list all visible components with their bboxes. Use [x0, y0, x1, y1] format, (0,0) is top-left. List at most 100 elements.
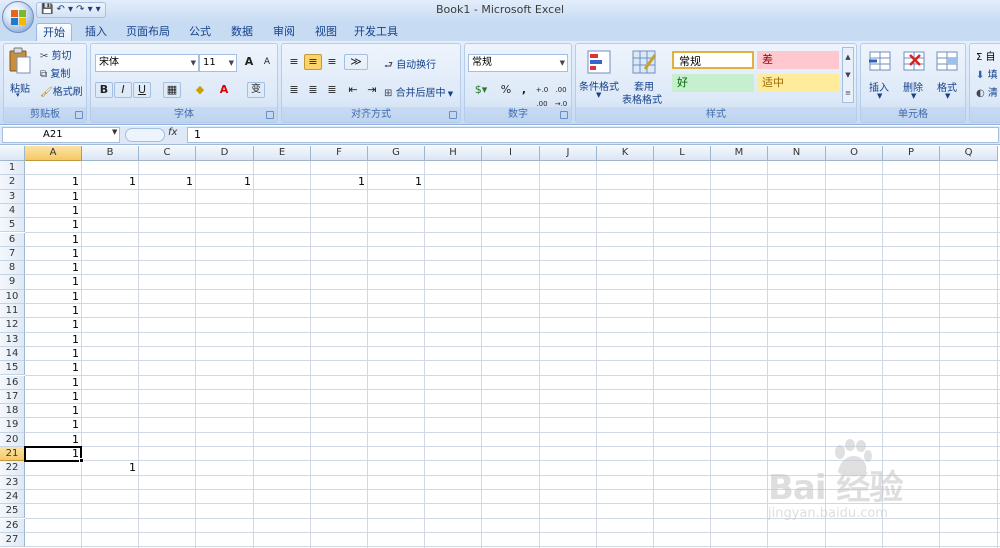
- column-header-D[interactable]: D: [196, 146, 254, 161]
- column-header-B[interactable]: B: [82, 146, 139, 161]
- row-header-10[interactable]: 10: [0, 289, 25, 304]
- insert-function-button[interactable]: fx: [168, 127, 177, 138]
- cell-style-bad[interactable]: 差: [757, 51, 839, 69]
- fill-color-icon[interactable]: ◆: [191, 82, 209, 98]
- font-color-icon[interactable]: A: [215, 82, 233, 98]
- cell-style-good[interactable]: 好: [672, 74, 754, 92]
- cell-A11[interactable]: 1: [25, 304, 82, 318]
- chevron-down-icon[interactable]: ▼: [877, 92, 882, 100]
- grow-font-button[interactable]: A: [240, 54, 258, 70]
- comma-button[interactable]: ,: [515, 82, 533, 98]
- column-header-F[interactable]: F: [311, 146, 368, 161]
- styles-gallery-scroll[interactable]: ▲ ▼ ≡: [842, 47, 854, 103]
- autosum-button[interactable]: Σ 自: [976, 48, 996, 63]
- row-header-20[interactable]: 20: [0, 432, 25, 447]
- cell-A19[interactable]: 1: [25, 418, 82, 432]
- formula-bar-resize-handle[interactable]: [125, 128, 165, 142]
- increase-indent-icon[interactable]: ⇥: [363, 82, 381, 98]
- bold-button[interactable]: B: [95, 82, 113, 98]
- phonetic-button[interactable]: 变: [247, 82, 265, 98]
- format-painter-button[interactable]: 🖌格式刷: [40, 83, 83, 98]
- cell-A3[interactable]: 1: [25, 190, 82, 204]
- tab-formulas[interactable]: 公式: [182, 23, 218, 41]
- paste-button[interactable]: 粘贴: [10, 80, 30, 95]
- percent-button[interactable]: %: [497, 82, 515, 98]
- decrease-decimal-button[interactable]: .00 →.0: [552, 82, 570, 108]
- font-size-select[interactable]: 11 ▼: [199, 54, 237, 72]
- cut-button[interactable]: ✂ 剪切: [40, 47, 72, 62]
- column-header-O[interactable]: O: [826, 146, 883, 161]
- cell-A10[interactable]: 1: [25, 290, 82, 304]
- office-button[interactable]: [2, 1, 34, 33]
- copy-button[interactable]: ⧉ 复制: [40, 65, 70, 80]
- cell-C2[interactable]: 1: [139, 175, 196, 189]
- cell-A18[interactable]: 1: [25, 404, 82, 418]
- cell-A7[interactable]: 1: [25, 247, 82, 261]
- column-header-J[interactable]: J: [540, 146, 597, 161]
- align-bottom-icon[interactable]: ≡: [323, 54, 341, 70]
- shrink-font-button[interactable]: A: [258, 54, 276, 70]
- cell-A20[interactable]: 1: [25, 433, 82, 447]
- cell-A13[interactable]: 1: [25, 333, 82, 347]
- formula-input[interactable]: 1: [187, 127, 999, 143]
- row-header-4[interactable]: 4: [0, 203, 25, 219]
- tab-page-layout[interactable]: 页面布局: [122, 23, 174, 41]
- select-all-button[interactable]: [0, 146, 25, 161]
- paste-icon[interactable]: [8, 47, 36, 74]
- decrease-indent-icon[interactable]: ⇤: [344, 82, 362, 98]
- column-header-K[interactable]: K: [597, 146, 654, 161]
- row-header-11[interactable]: 11: [0, 304, 25, 319]
- chevron-down-icon[interactable]: ▼: [945, 92, 950, 100]
- name-box[interactable]: A21: [2, 127, 120, 143]
- chevron-down-icon[interactable]: ▼: [596, 91, 601, 99]
- column-header-I[interactable]: I: [482, 146, 540, 161]
- orientation-icon[interactable]: ≫: [344, 54, 368, 70]
- column-header-N[interactable]: N: [768, 146, 826, 161]
- tab-insert[interactable]: 插入: [78, 23, 114, 41]
- cell-F2[interactable]: 1: [311, 175, 368, 189]
- row-header-14[interactable]: 14: [0, 346, 25, 362]
- fill-button[interactable]: ⬇ 填: [976, 66, 998, 81]
- row-header-13[interactable]: 13: [0, 332, 25, 347]
- name-box-dropdown-icon[interactable]: ▼: [112, 128, 117, 136]
- tab-home[interactable]: 开始: [36, 23, 72, 41]
- cell-style-neutral[interactable]: 适中: [757, 74, 839, 92]
- row-header-5[interactable]: 5: [0, 218, 25, 233]
- cell-A9[interactable]: 1: [25, 275, 82, 289]
- fill-handle[interactable]: [79, 458, 84, 464]
- row-header-1[interactable]: 1: [0, 161, 25, 176]
- cell-A5[interactable]: 1: [25, 218, 82, 232]
- column-header-M[interactable]: M: [711, 146, 768, 161]
- cell-B22[interactable]: 1: [82, 461, 139, 475]
- row-header-24[interactable]: 24: [0, 489, 25, 505]
- merge-center-button[interactable]: ⊞ 合并后居中 ▼: [384, 84, 453, 99]
- column-header-G[interactable]: G: [368, 146, 425, 161]
- increase-decimal-button[interactable]: +.0 .00: [533, 82, 551, 108]
- cell-A16[interactable]: 1: [25, 376, 82, 390]
- align-left-icon[interactable]: ≣: [285, 82, 303, 98]
- align-middle-icon[interactable]: ≡: [304, 54, 322, 70]
- tab-developer[interactable]: 开发工具: [350, 23, 402, 41]
- column-header-Q[interactable]: Q: [940, 146, 998, 161]
- align-top-icon[interactable]: ≡: [285, 54, 303, 70]
- row-header-23[interactable]: 23: [0, 475, 25, 490]
- cell-A15[interactable]: 1: [25, 361, 82, 375]
- align-right-icon[interactable]: ≣: [323, 82, 341, 98]
- cell-A12[interactable]: 1: [25, 318, 82, 332]
- number-launcher-icon[interactable]: [560, 111, 568, 119]
- tab-data[interactable]: 数据: [224, 23, 260, 41]
- row-header-18[interactable]: 18: [0, 404, 25, 419]
- cell-A8[interactable]: 1: [25, 261, 82, 275]
- row-header-16[interactable]: 16: [0, 375, 25, 390]
- row-header-8[interactable]: 8: [0, 261, 25, 276]
- row-header-9[interactable]: 9: [0, 275, 25, 290]
- cell-A2[interactable]: 1: [25, 175, 82, 189]
- row-header-22[interactable]: 22: [0, 461, 25, 476]
- font-launcher-icon[interactable]: [266, 111, 274, 119]
- cell-style-normal[interactable]: 常规: [672, 51, 754, 69]
- font-name-select[interactable]: 宋体 ▼: [95, 54, 199, 72]
- wrap-text-button[interactable]: ⮐ 自动换行: [384, 56, 436, 75]
- cell-A14[interactable]: 1: [25, 347, 82, 361]
- row-header-19[interactable]: 19: [0, 418, 25, 433]
- column-header-E[interactable]: E: [254, 146, 311, 161]
